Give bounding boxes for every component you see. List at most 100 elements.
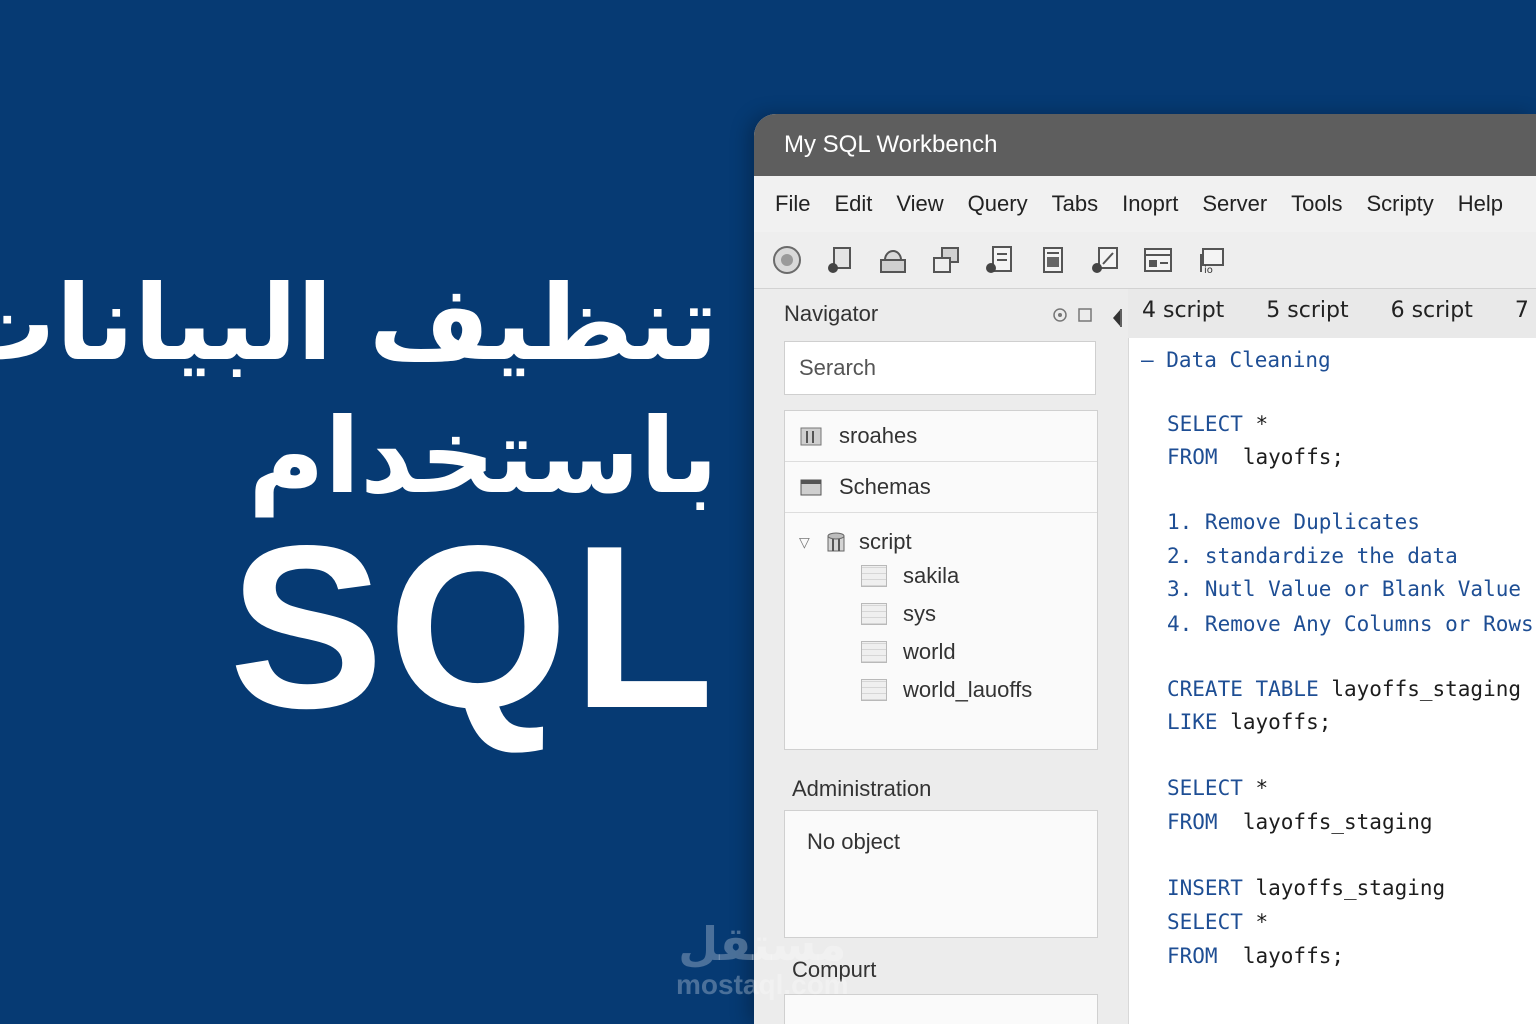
lock-icon[interactable] xyxy=(876,243,910,277)
server-icon xyxy=(799,425,823,447)
code-list-item: 2. standardize the data xyxy=(1167,544,1458,568)
tab-6-script[interactable]: 6 script xyxy=(1391,298,1473,323)
menu-tools[interactable]: Tools xyxy=(1291,191,1342,217)
menu-server[interactable]: Server xyxy=(1202,191,1267,217)
menu-bar: File Edit View Query Tabs Inoprt Server … xyxy=(754,176,1536,232)
schemas-icon xyxy=(799,476,823,498)
database-item[interactable]: world xyxy=(785,633,1097,671)
chevron-down-icon[interactable]: ▽ xyxy=(799,534,813,551)
code-keyword: CREATE TABLE xyxy=(1167,677,1319,701)
watermark-arabic: مستقل xyxy=(678,917,847,971)
code-keyword: FROM xyxy=(1167,810,1218,834)
sql-file-icon[interactable] xyxy=(982,243,1016,277)
database-label: sys xyxy=(903,601,936,626)
code-keyword: LIKE xyxy=(1167,710,1218,734)
headline-sql: SQL xyxy=(229,498,718,757)
connection-icon[interactable] xyxy=(770,243,804,277)
toolbar: io xyxy=(754,232,1536,289)
schema-icon[interactable] xyxy=(823,243,857,277)
code-line: SELECT * xyxy=(1167,910,1268,934)
code-line: LIKE layoffs; xyxy=(1167,710,1331,734)
object-tree: sroahes Schemas ▽ script sakila sys worl… xyxy=(784,410,1098,750)
code-keyword: SELECT xyxy=(1167,910,1243,934)
menu-scripting[interactable]: Scripty xyxy=(1367,191,1434,217)
monitor-icon[interactable]: io xyxy=(1194,243,1228,277)
headline-arabic-line-1: تنظيف البيانات xyxy=(0,262,718,384)
menu-import[interactable]: Inoprt xyxy=(1122,191,1178,217)
grid-icon[interactable] xyxy=(1141,243,1175,277)
code-keyword: INSERT xyxy=(1167,876,1243,900)
code-keyword: SELECT xyxy=(1167,412,1243,436)
schema-root-script[interactable]: ▽ script xyxy=(785,527,1097,557)
edit-icon[interactable] xyxy=(1088,243,1122,277)
database-item[interactable]: world_lauoffs xyxy=(785,671,1097,709)
database-item[interactable]: sys xyxy=(785,595,1097,633)
code-keyword: FROM xyxy=(1167,445,1218,469)
table-grid-icon xyxy=(861,565,887,587)
navigator-controls xyxy=(1052,307,1102,323)
editor-tabs: 4 script 5 script 6 script 7 scrip xyxy=(1142,298,1536,323)
code-text: layoffs; xyxy=(1217,445,1345,469)
table-grid-icon xyxy=(861,679,887,701)
code-list-item: 4. Remove Any Columns or Rows xyxy=(1167,612,1534,636)
code-keyword: SELECT xyxy=(1167,776,1243,800)
window-title: My SQL Workbench xyxy=(784,131,998,158)
promo-headline: تنظيف البيانات باستخدام SQL xyxy=(0,0,740,1024)
code-text: layoffs_staging xyxy=(1217,810,1433,834)
code-text: * xyxy=(1242,776,1269,800)
code-list-item: 3. Nutl Value or Blank Value xyxy=(1167,577,1522,601)
table-grid-icon xyxy=(861,641,887,663)
code-text: layoffs_staging xyxy=(1242,876,1446,900)
menu-file[interactable]: File xyxy=(775,191,810,217)
database-label: sakila xyxy=(903,563,960,588)
navigator-title: Navigator xyxy=(784,301,879,326)
code-text: layoffs; xyxy=(1217,944,1345,968)
tab-7-script[interactable]: 7 scrip xyxy=(1515,298,1536,323)
code-line: INSERT layoffs_staging xyxy=(1167,876,1445,900)
table-icon[interactable] xyxy=(1035,243,1069,277)
navigator-pane: Navigator Serarch sroahes Schemas ▽ scri… xyxy=(754,289,1128,1024)
sql-editor[interactable]: — Data Cleaning SELECT * FROM layoffs; 1… xyxy=(1128,338,1536,1024)
menu-edit[interactable]: Edit xyxy=(834,191,872,217)
tab-4-script[interactable]: 4 script xyxy=(1142,298,1224,323)
menu-help[interactable]: Help xyxy=(1458,191,1503,217)
code-text: layoffs; xyxy=(1217,710,1332,734)
database-label: world xyxy=(903,639,956,664)
tree-row-sroahes[interactable]: sroahes xyxy=(785,411,1097,462)
search-input[interactable]: Serarch xyxy=(784,341,1096,395)
menu-query[interactable]: Query xyxy=(968,191,1028,217)
copy-icon[interactable] xyxy=(929,243,963,277)
code-keyword: FROM xyxy=(1167,944,1218,968)
tree-row-label: Schemas xyxy=(839,474,931,499)
code-line: SELECT * xyxy=(1167,412,1268,436)
menu-view[interactable]: View xyxy=(896,191,943,217)
administration-text: No object xyxy=(807,829,900,854)
code-line: FROM layoffs; xyxy=(1167,445,1344,469)
code-line: SELECT * xyxy=(1167,776,1268,800)
database-item[interactable]: sakila xyxy=(785,557,1097,595)
tree-row-schemas[interactable]: Schemas xyxy=(785,462,1097,513)
collapse-sidebar-icon[interactable] xyxy=(1110,307,1122,329)
schema-root-label: script xyxy=(859,529,912,554)
code-list-item: 1. Remove Duplicates xyxy=(1167,510,1420,534)
tree-row-label: sroahes xyxy=(839,423,918,448)
settings-icon[interactable] xyxy=(1052,307,1068,323)
watermark-english: mostaql.com xyxy=(676,969,849,1000)
menu-tabs[interactable]: Tabs xyxy=(1052,191,1098,217)
database-icon xyxy=(825,531,847,553)
code-text: * xyxy=(1242,910,1269,934)
code-text: layoffs_staging xyxy=(1318,677,1522,701)
svg-text:io: io xyxy=(1204,265,1213,276)
code-line: CREATE TABLE layoffs_staging xyxy=(1167,677,1521,701)
tab-5-script[interactable]: 5 script xyxy=(1266,298,1348,323)
code-line: FROM layoffs; xyxy=(1167,944,1344,968)
workbench-window: My SQL Workbench File Edit View Query Ta… xyxy=(754,114,1536,1024)
code-line: FROM layoffs_staging xyxy=(1167,810,1433,834)
maximize-icon[interactable] xyxy=(1077,307,1093,323)
mostaql-watermark: مستقل mostaql.com xyxy=(676,918,849,1000)
administration-title: Administration xyxy=(792,776,932,801)
table-grid-icon xyxy=(861,603,887,625)
code-text: * xyxy=(1242,412,1269,436)
database-label: world_lauoffs xyxy=(903,677,1033,702)
code-comment: — Data Cleaning xyxy=(1141,348,1331,372)
